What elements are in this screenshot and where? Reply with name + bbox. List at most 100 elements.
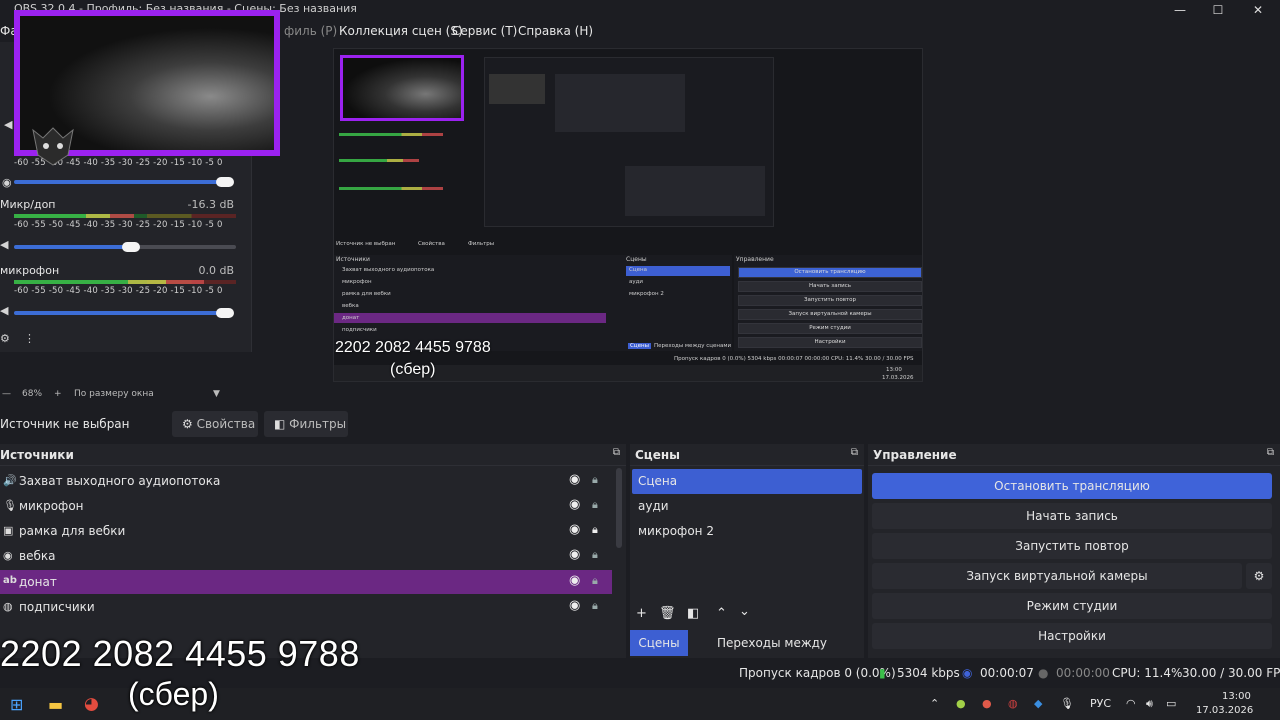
filter-icon[interactable]: ◧ [687,606,699,621]
speaker-icon[interactable]: ◀ [4,118,12,131]
eye-icon[interactable]: ◉ [569,547,580,562]
zoom-out-button[interactable]: — [2,389,11,399]
source-item-selected[interactable]: ab донат ◉ 🔒︎ [0,570,612,594]
speaker-icon[interactable]: ◀ [0,238,8,251]
volume-meter [339,133,443,136]
shield-icon[interactable]: ◆ [1034,697,1042,710]
eye-icon[interactable]: ◉ [569,497,580,512]
volume-icon[interactable]: 🔊︎ [1146,697,1153,711]
clock-time[interactable]: 13:00 [1222,691,1251,702]
lock-icon[interactable]: 🔒︎ [592,574,598,588]
eye-icon[interactable]: ◉ [569,522,580,537]
preview-source-item: донат [342,315,360,321]
no-source-label: Источник не выбран [0,417,130,431]
source-item[interactable]: ◍ подписчики ◉ 🔒︎ [0,595,612,619]
lock-icon[interactable]: 🔒︎ [592,473,598,487]
filters-button[interactable]: ◧ Фильтры [264,411,348,437]
studio-mode-button[interactable]: Режим студии [872,593,1272,619]
menu-help[interactable]: Справка (H) [518,24,593,38]
start-replay-button[interactable]: Запустить повтор [872,533,1272,559]
volume-slider[interactable] [14,311,224,315]
arrow-down-icon[interactable]: ⌄ [739,604,750,619]
scene-item[interactable]: микрофон 2 [632,519,862,544]
volume-meter [339,187,443,190]
minimize-button[interactable]: — [1160,0,1200,20]
dropped-frames: Пропуск кадров 0 (0.0%) [739,666,896,680]
preview-source-item: подписчики [342,327,377,333]
folder-icon[interactable]: ▬ [48,695,63,714]
undock-icon[interactable]: ⧉ [851,447,858,458]
zoom-mode-select[interactable]: По размеру окна [74,389,154,399]
maximize-button[interactable]: ☐ [1198,0,1238,20]
sources-dock: Источники ⧉ 🔊 Захват выходного аудиопото… [0,444,626,658]
volume-slider-handle[interactable] [216,308,234,318]
mixer-menu-icon[interactable]: ⋮ [24,332,35,345]
properties-button[interactable]: ⚙ Свойства [172,411,258,437]
tray-app-icon[interactable]: ● [956,697,966,710]
source-item[interactable]: ◉ вебка ◉ 🔒︎ [0,544,612,568]
add-icon[interactable]: + [636,606,647,621]
virtual-camera-settings-button[interactable]: ⚙ [1246,563,1272,589]
speaker-icon[interactable]: ◀ [0,304,8,317]
sources-scrollbar[interactable] [616,468,622,548]
preview-control-button: Остановить трансляцию [738,267,922,278]
language-indicator[interactable]: РУС [1090,697,1111,710]
clock-date[interactable]: 17.03.2026 [1196,705,1253,716]
scene-item[interactable]: ауди [632,494,862,519]
lock-icon[interactable]: 🔒︎ [592,498,598,512]
tray-app-icon[interactable]: ● [982,697,992,710]
tray-app-icon[interactable]: ◍ [1008,697,1018,710]
gear-icon: ⚙ [182,417,193,431]
controls-dock-header: Управление ⧉ [868,444,1280,466]
undock-icon[interactable]: ⧉ [1267,447,1274,458]
microphone-icon[interactable]: 🎙︎ [1060,697,1074,710]
trash-icon[interactable]: 🗑︎ [659,606,676,621]
volume-slider[interactable] [14,180,224,184]
start-virtual-camera-button[interactable]: Запуск виртуальной камеры [872,563,1242,589]
lock-icon[interactable]: 🔒︎ [592,548,598,562]
scene-item-selected[interactable]: Сцена [632,469,862,494]
menu-tools[interactable]: Сервис (T) [452,24,517,38]
preview-tab-scenes: Сцены [628,343,651,349]
volume-meter-level [14,280,204,284]
eye-icon[interactable]: ◉ [569,598,580,613]
battery-icon[interactable]: ▭ [1166,697,1176,710]
chevron-down-icon[interactable]: ▼ [213,389,220,399]
preview-bank-text: (сбер) [390,361,436,378]
menu-profile[interactable]: филь (P) [284,24,337,38]
lock-icon[interactable]: 🔒︎ [592,599,598,613]
lock-icon[interactable]: 🔒︎ [592,523,598,537]
preview-card-text: 2202 2082 4455 9788 [335,339,491,356]
close-button[interactable]: ✕ [1238,0,1278,20]
tab-scenes[interactable]: Сцены [630,630,688,656]
microphone-icon: 🎙 [3,499,17,512]
tab-transitions[interactable]: Переходы между сценами [692,630,852,676]
zoom-bar: — 68% + По размеру окна ▼ [0,387,260,403]
menu-scene-collection[interactable]: Коллекция сцен (S) [339,24,463,38]
zoom-in-button[interactable]: + [54,389,62,399]
wifi-icon[interactable]: ◠ [1126,697,1136,710]
windows-start-icon[interactable]: ⊞ [10,695,23,714]
source-item[interactable]: 🔊 Захват выходного аудиопотока ◉ 🔒︎ [0,469,612,493]
mixer-settings-icon[interactable]: ⚙ [0,332,10,345]
mute-icon[interactable]: ◉ [2,176,12,189]
volume-slider-handle[interactable] [122,242,140,252]
mask-logo-icon [32,127,74,166]
source-name: подписчики [19,600,95,614]
stream-preview[interactable]: Источник не выбран Свойства Фильтры Исто… [333,48,923,382]
start-recording-button[interactable]: Начать запись [872,503,1272,529]
chrome-icon[interactable]: ◕ [84,694,99,714]
stop-streaming-button[interactable]: Остановить трансляцию [872,473,1272,499]
preview-controls-dock: Управление Остановить трансляцию Начать … [734,255,922,351]
volume-slider-handle[interactable] [216,177,234,187]
eye-icon[interactable]: ◉ [569,472,580,487]
source-item[interactable]: 🎙 микрофон ◉ 🔒︎ [0,494,612,518]
signal-icon: ▮ [879,666,886,680]
chevron-up-icon[interactable]: ⌃ [930,697,939,710]
source-item[interactable]: ▣ рамка для вебки ◉ 🔒︎ [0,519,612,543]
volume-slider[interactable] [14,245,132,249]
eye-icon[interactable]: ◉ [569,573,580,588]
settings-button[interactable]: Настройки [872,623,1272,649]
arrow-up-icon[interactable]: ⌃ [716,606,727,621]
undock-icon[interactable]: ⧉ [613,447,620,458]
